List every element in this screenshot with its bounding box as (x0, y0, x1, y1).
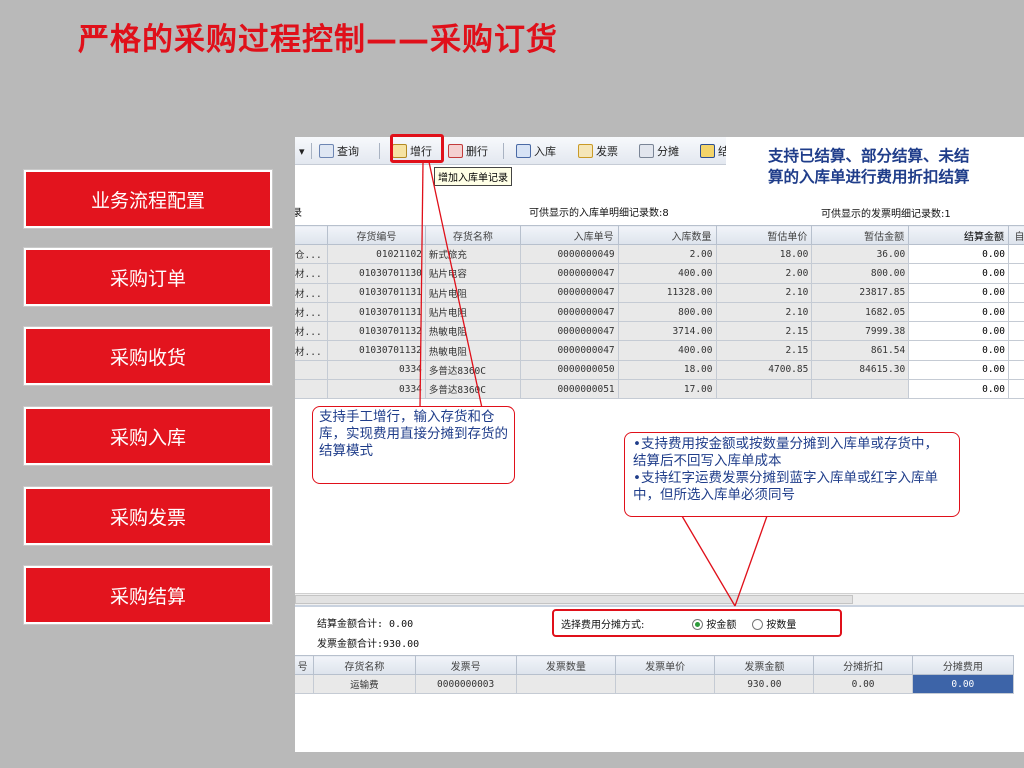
callout-connectors (419, 161, 768, 607)
allocation-callout: •支持费用按金额或按数量分摊到入库单或存货中，结算后不回写入库单成本 •支持红字… (624, 432, 960, 517)
manual-add-row-callout: 支持手工增行，输入存货和仓库，实现费用直接分摊到存货的结算模式 (312, 406, 515, 484)
